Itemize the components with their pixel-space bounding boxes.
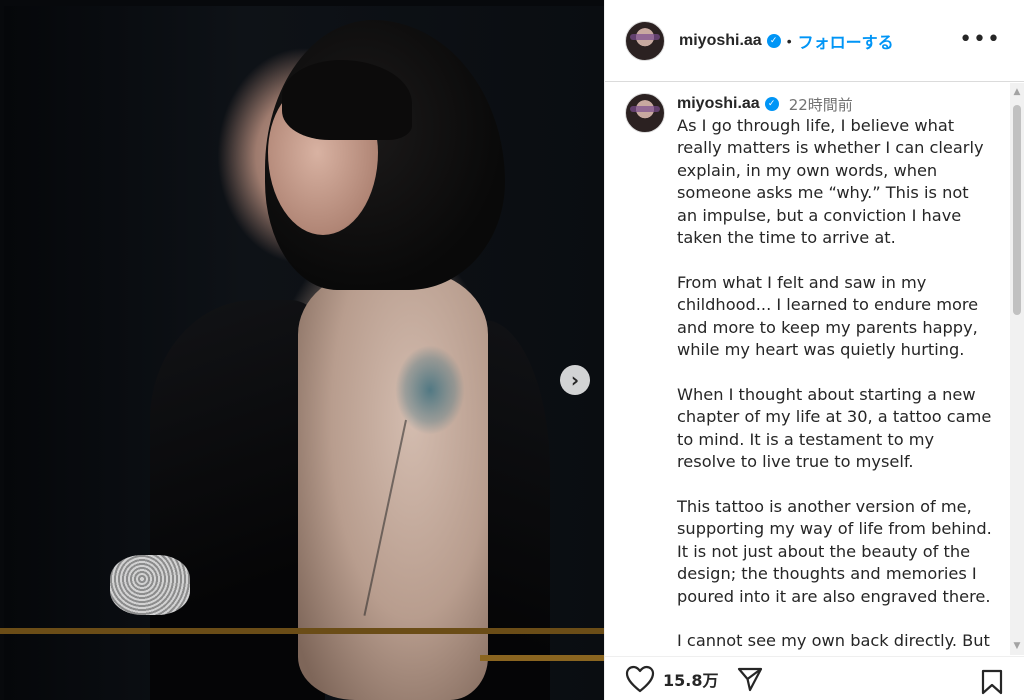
scroll-up-arrow-icon[interactable]: ▲: [1012, 87, 1022, 97]
verified-badge-icon: ✓: [764, 97, 779, 111]
photo-rail: [0, 628, 604, 634]
send-icon[interactable]: [736, 665, 764, 693]
timestamp[interactable]: 22時間前: [789, 94, 853, 115]
caption-text: As I go through life, I believe what rea…: [677, 116, 992, 655]
scrollbar[interactable]: ▲ ▼: [1010, 83, 1024, 655]
like-count[interactable]: 15.8万: [663, 667, 718, 691]
verified-badge-icon: ✓: [766, 33, 781, 48]
scroll-down-arrow-icon[interactable]: ▼: [1012, 641, 1022, 651]
post-image[interactable]: ›: [0, 0, 604, 700]
scrollbar-thumb[interactable]: [1013, 105, 1021, 315]
bookmark-icon[interactable]: [981, 669, 1003, 695]
post-actions: 15.8万: [605, 656, 1024, 700]
chevron-right-icon: ›: [570, 368, 580, 392]
caption: miyoshi.aa ✓ 22時間前 As I go through life,…: [625, 93, 1005, 655]
separator-dot: •: [786, 32, 792, 49]
post-sidebar: miyoshi.aa ✓ • フォローする ••• miyoshi.aa ✓ 2…: [604, 0, 1024, 700]
username-link[interactable]: miyoshi.aa: [679, 32, 762, 50]
more-options-icon[interactable]: •••: [959, 29, 1001, 51]
caption-body: miyoshi.aa ✓ 22時間前 As I go through life,…: [677, 93, 993, 655]
caption-scroll-area[interactable]: miyoshi.aa ✓ 22時間前 As I go through life,…: [605, 83, 1015, 655]
avatar[interactable]: [625, 93, 665, 133]
avatar[interactable]: [625, 20, 665, 61]
post-header: miyoshi.aa ✓ • フォローする •••: [605, 0, 1024, 82]
photo-ring: [110, 555, 190, 615]
caption-header: miyoshi.aa ✓ 22時間前: [677, 93, 993, 115]
follow-button[interactable]: フォローする: [798, 29, 894, 53]
caption-username-link[interactable]: miyoshi.aa: [677, 95, 760, 113]
next-image-button[interactable]: ›: [560, 365, 590, 395]
photo-rail: [480, 655, 604, 661]
heart-icon[interactable]: [625, 665, 655, 693]
